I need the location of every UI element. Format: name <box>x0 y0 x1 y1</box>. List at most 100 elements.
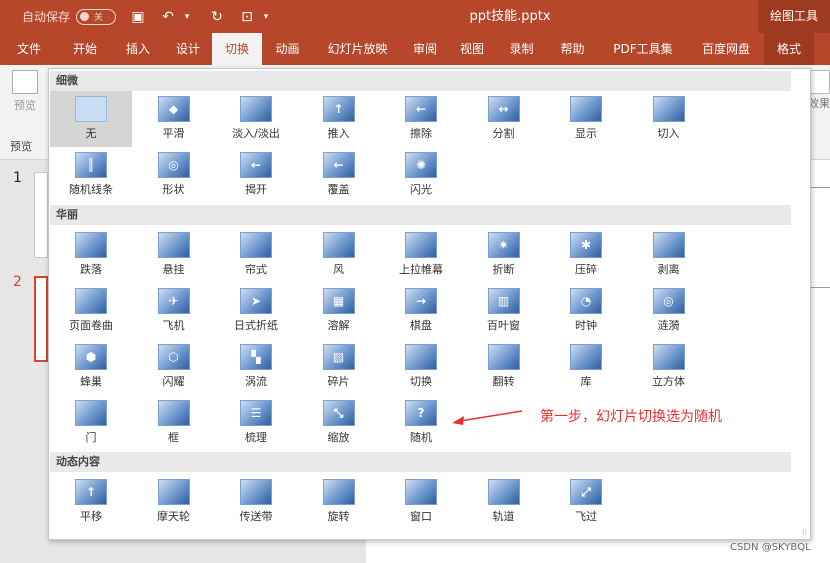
transition-option[interactable]: 显示 <box>545 91 627 147</box>
transition-option[interactable]: ✺ 闪光 <box>380 147 462 203</box>
tab-8[interactable]: 视图 <box>448 33 496 65</box>
transition-option[interactable]: ☰ 梳理 <box>215 395 297 451</box>
conveyor-transition-icon <box>240 479 272 505</box>
annotation-arrow <box>452 410 523 425</box>
vortex-transition-icon: ▚ <box>240 344 272 370</box>
transition-option[interactable]: 风 <box>298 227 380 283</box>
undo-icon[interactable]: ↶ <box>160 9 176 25</box>
transition-option[interactable]: ║ 随机线条 <box>50 147 132 203</box>
effect-options-label[interactable]: 效果 <box>808 95 830 111</box>
slide-thumbnail-selected[interactable] <box>34 276 48 362</box>
transition-option[interactable]: ◆ 平滑 <box>133 91 215 147</box>
transition-option[interactable]: 旋转 <box>298 474 380 530</box>
split-transition-icon: ↔ <box>487 96 520 122</box>
tab-12[interactable]: 百度网盘 <box>688 33 764 65</box>
customize-icon[interactable]: ▾ <box>258 12 274 22</box>
transition-option[interactable]: ➤ 日式折纸 <box>215 283 297 339</box>
transition-option[interactable]: ✈ 飞机 <box>133 283 215 339</box>
transition-option[interactable]: ← 覆盖 <box>298 147 380 203</box>
transition-option[interactable]: 无 <box>50 91 132 147</box>
reveal-transition-icon <box>570 96 602 122</box>
tab-13[interactable]: 格式 <box>764 33 814 65</box>
transition-option[interactable]: 帘式 <box>215 227 297 283</box>
tab-0[interactable]: 文件 <box>0 33 58 65</box>
curtains-transition-icon <box>240 232 272 258</box>
tab-4[interactable]: 切换 <box>212 33 262 65</box>
transition-option[interactable]: ↑ 平移 <box>50 474 132 530</box>
transition-option[interactable]: 传送带 <box>215 474 297 530</box>
transition-option[interactable]: ← 擦除 <box>380 91 462 147</box>
transition-option[interactable]: 页面卷曲 <box>50 283 132 339</box>
cover-transition-icon: ← <box>322 152 355 178</box>
transition-option[interactable]: 轨道 <box>463 474 545 530</box>
redo-icon[interactable]: ↻ <box>209 9 225 25</box>
comb-transition-icon: ☰ <box>240 400 272 426</box>
transition-option[interactable]: 切入 <box>628 91 710 147</box>
transition-option-label: 擦除 <box>410 127 432 140</box>
resize-grip-icon[interactable]: ⁝⁝ <box>802 528 807 537</box>
tab-7[interactable]: 审阅 <box>402 33 448 65</box>
transition-option-label: 框 <box>168 431 179 444</box>
transition-option[interactable]: ▚ 涡流 <box>215 339 297 395</box>
shred-transition-icon: ▧ <box>322 344 355 370</box>
transition-option[interactable]: 翻转 <box>463 339 545 395</box>
slide-thumbnail[interactable] <box>34 172 48 258</box>
undo-dropdown-icon[interactable]: ▾ <box>179 12 195 22</box>
transition-option[interactable]: 门 <box>50 395 132 451</box>
transition-option[interactable]: ⤡ 缩放 <box>298 395 380 451</box>
tab-11[interactable]: PDF工具集 <box>598 33 688 65</box>
transition-option[interactable]: ✷ 折断 <box>463 227 545 283</box>
transition-option[interactable]: 窗口 <box>380 474 462 530</box>
transition-option[interactable]: ⤢ 飞过 <box>545 474 627 530</box>
transition-option[interactable]: ⬢ 蜂巢 <box>50 339 132 395</box>
transition-option[interactable]: ▥ 百叶窗 <box>463 283 545 339</box>
tab-5[interactable]: 动画 <box>262 33 313 65</box>
transition-option[interactable]: 上拉帷幕 <box>380 227 462 283</box>
preview-group-label: 预览 <box>10 140 32 153</box>
effect-options-icon[interactable] <box>810 70 830 94</box>
transition-option[interactable]: ↔ 分割 <box>463 91 545 147</box>
transition-option-label: 折断 <box>492 263 515 276</box>
transition-option[interactable]: ▦ 溶解 <box>298 283 380 339</box>
wind-transition-icon <box>322 232 355 258</box>
autosave-toggle[interactable]: 关 <box>76 8 117 25</box>
transition-option[interactable]: ⬡ 闪耀 <box>133 339 215 395</box>
transition-option[interactable]: 框 <box>133 395 215 451</box>
transition-option[interactable]: ◎ 涟漪 <box>628 283 710 339</box>
transition-option-label: 揭开 <box>245 183 267 196</box>
tab-3[interactable]: 设计 <box>164 33 212 65</box>
present-icon[interactable]: ⊡ <box>239 9 255 25</box>
tab-2[interactable]: 插入 <box>112 33 164 65</box>
transition-option[interactable]: 剥离 <box>628 227 710 283</box>
transition-option[interactable]: ← 揭开 <box>215 147 297 203</box>
transition-option[interactable]: ◎ 形状 <box>133 147 215 203</box>
transition-gallery: ⁝⁝ 细微无 ◆ 平滑 淡入/淡出 ↑ 推入 ← 擦除 ↔ 分割 显示 切入 ║ 随机线条 ◎ 形状 ← 揭开 ← 覆… <box>48 68 811 540</box>
transition-option[interactable]: ◔ 时钟 <box>545 283 627 339</box>
transition-option[interactable]: → 棋盘 <box>380 283 462 339</box>
transition-option[interactable]: 切换 <box>380 339 462 395</box>
morph-transition-icon: ◆ <box>157 96 190 122</box>
flip-transition-icon <box>487 344 520 370</box>
transition-option[interactable]: 跌落 <box>50 227 132 283</box>
transition-option-label: 涟漪 <box>657 319 680 332</box>
transition-option[interactable]: ▧ 碎片 <box>298 339 380 395</box>
peel-off-transition-icon <box>652 232 685 258</box>
transition-option[interactable]: ↑ 推入 <box>298 91 380 147</box>
transition-option-label: 剥离 <box>657 263 680 276</box>
transition-option[interactable]: 悬挂 <box>133 227 215 283</box>
box-transition-icon <box>157 400 190 426</box>
transition-option[interactable]: 立方体 <box>628 339 710 395</box>
transition-option-label: 悬挂 <box>162 263 185 276</box>
cut-transition-icon <box>652 96 685 122</box>
tab-9[interactable]: 录制 <box>496 33 547 65</box>
transition-option[interactable]: ✱ 压碎 <box>545 227 627 283</box>
tab-10[interactable]: 帮助 <box>547 33 598 65</box>
tab-6[interactable]: 幻灯片放映 <box>313 33 402 65</box>
preview-button[interactable]: 预览 <box>8 70 42 114</box>
tab-1[interactable]: 开始 <box>58 33 112 65</box>
save-icon[interactable]: ▣ <box>130 9 146 25</box>
transition-option[interactable]: 摩天轮 <box>133 474 215 530</box>
transition-option[interactable]: 库 <box>545 339 627 395</box>
shape-transition-icon: ◎ <box>157 152 190 178</box>
transition-option[interactable]: 淡入/淡出 <box>215 91 297 147</box>
